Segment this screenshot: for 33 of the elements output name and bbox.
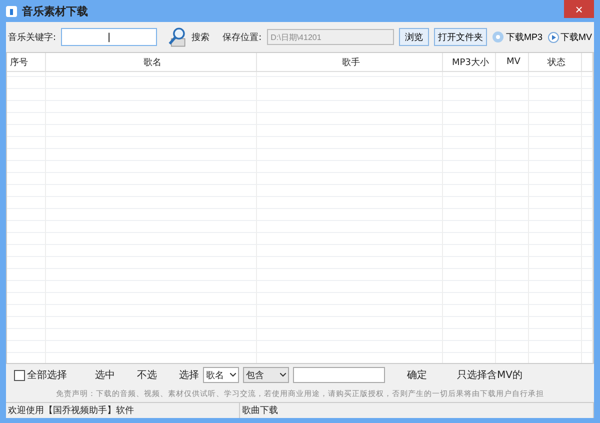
select-all-checkbox[interactable]: 全部选择 xyxy=(14,368,67,382)
close-button[interactable]: × xyxy=(564,0,594,18)
disc-icon xyxy=(492,31,504,43)
caret-icon xyxy=(280,373,286,377)
column-header[interactable]: 歌手 xyxy=(257,53,443,71)
field-dropdown[interactable]: 歌名 xyxy=(203,367,239,383)
download-mp3-button[interactable]: 下载MP3 xyxy=(492,30,542,44)
save-location-label: 保存位置: xyxy=(222,32,262,44)
open-folder-button[interactable]: 打开文件夹 xyxy=(434,28,487,46)
search-icon[interactable] xyxy=(168,25,187,49)
browse-button[interactable]: 浏览 xyxy=(399,28,429,46)
keyword-input[interactable]: | xyxy=(61,28,158,46)
status-text: 欢迎使用【国乔视频助手】软件 xyxy=(6,403,240,418)
column-header[interactable]: MV xyxy=(496,53,529,71)
status-text: 歌曲下载 xyxy=(240,403,594,418)
column-header[interactable]: 歌名 xyxy=(46,53,257,71)
column-header[interactable]: 状态 xyxy=(529,53,582,71)
deselect-link[interactable]: 不选 xyxy=(137,368,157,382)
column-header[interactable]: MP3大小 xyxy=(443,53,496,71)
filter-input[interactable] xyxy=(293,367,385,383)
select-link[interactable]: 选中 xyxy=(95,368,115,382)
match-dropdown[interactable]: 包含 xyxy=(243,367,289,383)
only-mv-link[interactable]: 只选择含MV的 xyxy=(457,368,522,382)
download-mv-button[interactable]: 下载MV xyxy=(548,30,592,44)
confirm-button[interactable]: 确定 xyxy=(407,368,427,382)
keyword-label: 音乐关键字: xyxy=(8,32,56,44)
choose-label: 选择 xyxy=(179,368,199,382)
column-header[interactable]: 序号 xyxy=(7,53,46,71)
play-icon xyxy=(548,32,558,42)
window-title: 音乐素材下载 xyxy=(22,4,89,18)
search-label[interactable]: 搜索 xyxy=(192,30,210,44)
caret-icon xyxy=(230,373,236,377)
app-icon xyxy=(6,6,17,16)
